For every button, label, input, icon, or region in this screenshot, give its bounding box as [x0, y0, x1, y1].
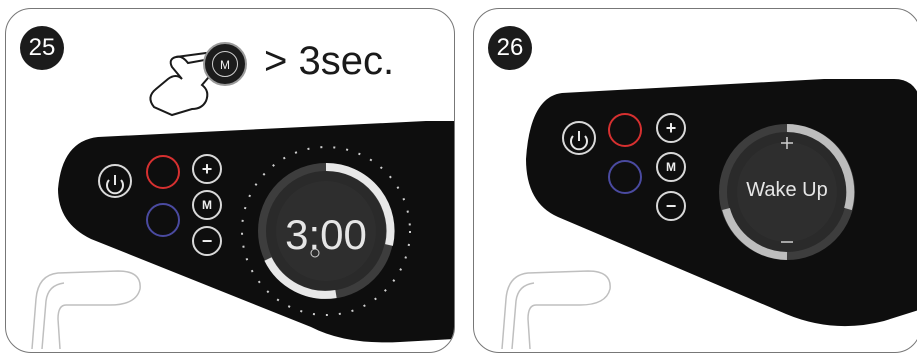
- blue-indicator-ring: [146, 203, 180, 237]
- red-indicator-ring: [608, 113, 642, 147]
- red-indicator-ring: [146, 155, 180, 189]
- kettle-lid-outline: [501, 270, 611, 350]
- minus-button[interactable]: −: [656, 191, 686, 221]
- panel-26-artwork: [501, 79, 917, 350]
- plus-button[interactable]: +: [656, 113, 686, 143]
- mode-button[interactable]: M: [192, 190, 222, 220]
- plus-button[interactable]: +: [192, 154, 222, 184]
- kettle-lid-outline: [31, 270, 141, 350]
- hold-duration-text: > 3sec.: [264, 39, 395, 83]
- m-button-pressed[interactable]: M: [203, 42, 247, 86]
- blue-indicator-ring: [608, 160, 642, 194]
- mode-button[interactable]: M: [656, 152, 686, 182]
- m-button-label: M: [212, 51, 238, 77]
- timer-display: 3:00: [285, 211, 367, 258]
- step-number-badge: 25: [20, 26, 64, 70]
- step-25-panel: 25 M > 3sec. + M − 3:00: [5, 8, 455, 353]
- step-26-panel: 26 + M − Wake Up: [473, 8, 917, 353]
- minus-button[interactable]: −: [192, 226, 222, 256]
- step-number-badge: 26: [488, 26, 532, 70]
- power-button[interactable]: [562, 121, 596, 155]
- control-panel-body: [58, 121, 454, 343]
- wake-up-display: Wake Up: [746, 179, 828, 201]
- power-button[interactable]: [98, 164, 132, 198]
